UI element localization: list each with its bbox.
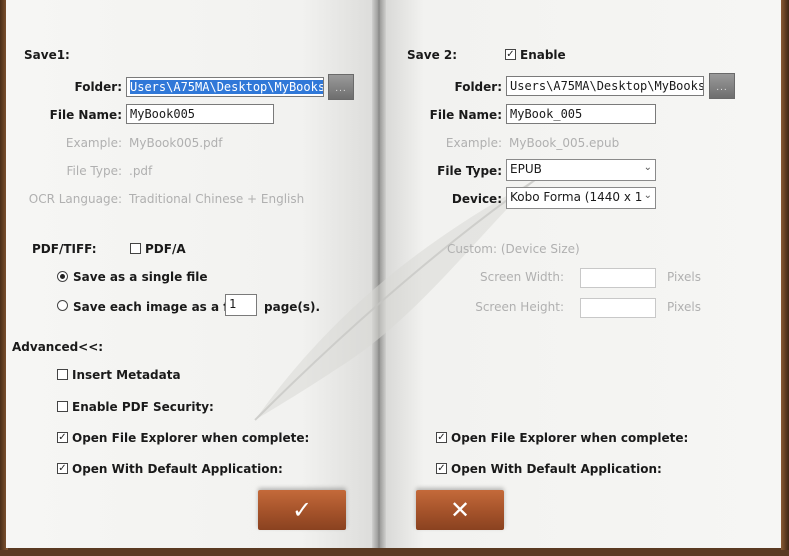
- save1-example-value: MyBook005.pdf: [129, 136, 223, 150]
- each-image-label: Save each image as a fil: [73, 300, 237, 314]
- open-default-2-checkbox[interactable]: ✓: [436, 463, 447, 474]
- chevron-down-icon: ⌄: [643, 162, 652, 173]
- checkmark-icon: ✓: [291, 496, 313, 524]
- screen-width-unit: Pixels: [667, 270, 702, 284]
- custom-device-size-label: Custom: (Device Size): [447, 242, 580, 256]
- save1-filename-input[interactable]: MyBook005: [126, 104, 274, 124]
- save1-example-label: Example:: [65, 136, 122, 150]
- single-file-radio[interactable]: [57, 271, 68, 282]
- open-explorer-1-label: Open File Explorer when complete:: [72, 431, 310, 445]
- pdfa-label: PDF/A: [145, 242, 186, 256]
- save1-filetype-label: File Type:: [66, 164, 123, 178]
- save2-folder-input[interactable]: Users\A75MA\Desktop\MyBooks: [506, 76, 704, 96]
- pdfa-checkbox[interactable]: [130, 243, 141, 254]
- open-explorer-2-label: Open File Explorer when complete:: [451, 431, 689, 445]
- open-default-1-checkbox[interactable]: ✓: [57, 463, 68, 474]
- save1-folder-label: Folder:: [74, 80, 122, 94]
- screen-height-unit: Pixels: [667, 300, 702, 314]
- save1-folder-input[interactable]: Users\A75MA\Desktop\MyBooks: [126, 77, 324, 97]
- pages-per-file-input[interactable]: 1: [225, 294, 257, 316]
- screen-height-label: Screen Height:: [475, 300, 564, 314]
- save2-filename-input[interactable]: MyBook_005: [506, 104, 656, 124]
- insert-metadata-label: Insert Metadata: [72, 368, 181, 382]
- pdf-security-checkbox[interactable]: [57, 401, 68, 412]
- save1-browse-folder-button[interactable]: ...: [328, 74, 354, 100]
- cancel-button[interactable]: ✕: [416, 490, 504, 530]
- save2-heading: Save 2:: [407, 48, 458, 62]
- save2-filetype-value: EPUB: [510, 162, 542, 176]
- insert-metadata-checkbox[interactable]: [57, 369, 68, 380]
- save1-filetype-value: .pdf: [129, 164, 153, 178]
- save2-enable-label: Enable: [520, 48, 566, 62]
- save1-folder-value: Users\A75MA\Desktop\MyBooks: [130, 80, 324, 94]
- screen-height-input[interactable]: [580, 298, 656, 318]
- save2-enable-checkbox[interactable]: ✓: [505, 49, 516, 60]
- pdf-security-label: Enable PDF Security:: [72, 400, 214, 414]
- save2-example-value: MyBook_005.epub: [509, 136, 620, 150]
- screen-width-label: Screen Width:: [480, 270, 564, 284]
- save1-filename-label: File Name:: [49, 108, 122, 122]
- save2-filetype-label: File Type:: [437, 164, 502, 178]
- pdftiff-label: PDF/TIFF:: [32, 242, 97, 256]
- save2-device-label: Device:: [451, 192, 502, 206]
- book-dialog: Save1: Folder: Users\A75MA\Desktop\MyBoo…: [0, 0, 789, 556]
- open-explorer-1-checkbox[interactable]: ✓: [57, 432, 68, 443]
- ok-button[interactable]: ✓: [258, 490, 346, 530]
- save2-filetype-select[interactable]: EPUB ⌄: [506, 159, 656, 181]
- save1-ocr-label: OCR Language:: [28, 192, 122, 206]
- save2-filename-label: File Name:: [429, 108, 502, 122]
- chevron-down-icon: ⌄: [643, 190, 652, 201]
- save2-browse-folder-button[interactable]: ...: [709, 73, 735, 99]
- save2-device-value: Kobo Forma (1440 x 1: [510, 190, 643, 204]
- advanced-toggle[interactable]: Advanced<<:: [12, 340, 103, 354]
- single-file-label: Save as a single file: [73, 270, 208, 284]
- screen-width-input[interactable]: [580, 268, 656, 288]
- save1-heading: Save1:: [24, 48, 70, 62]
- book-cover-bottom: [0, 550, 789, 556]
- save2-folder-label: Folder:: [454, 80, 502, 94]
- save1-ocr-value: Traditional Chinese + English: [129, 192, 305, 206]
- open-default-1-label: Open With Default Application:: [72, 462, 283, 476]
- pages-label: page(s).: [264, 300, 321, 314]
- open-default-2-label: Open With Default Application:: [451, 462, 662, 476]
- open-explorer-2-checkbox[interactable]: ✓: [436, 432, 447, 443]
- each-image-radio[interactable]: [57, 300, 68, 311]
- book-cover-right: [781, 0, 789, 556]
- save2-example-label: Example:: [445, 136, 502, 150]
- close-icon: ✕: [449, 496, 471, 524]
- save2-device-select[interactable]: Kobo Forma (1440 x 1 ⌄: [506, 187, 656, 209]
- book-spine: [372, 0, 386, 548]
